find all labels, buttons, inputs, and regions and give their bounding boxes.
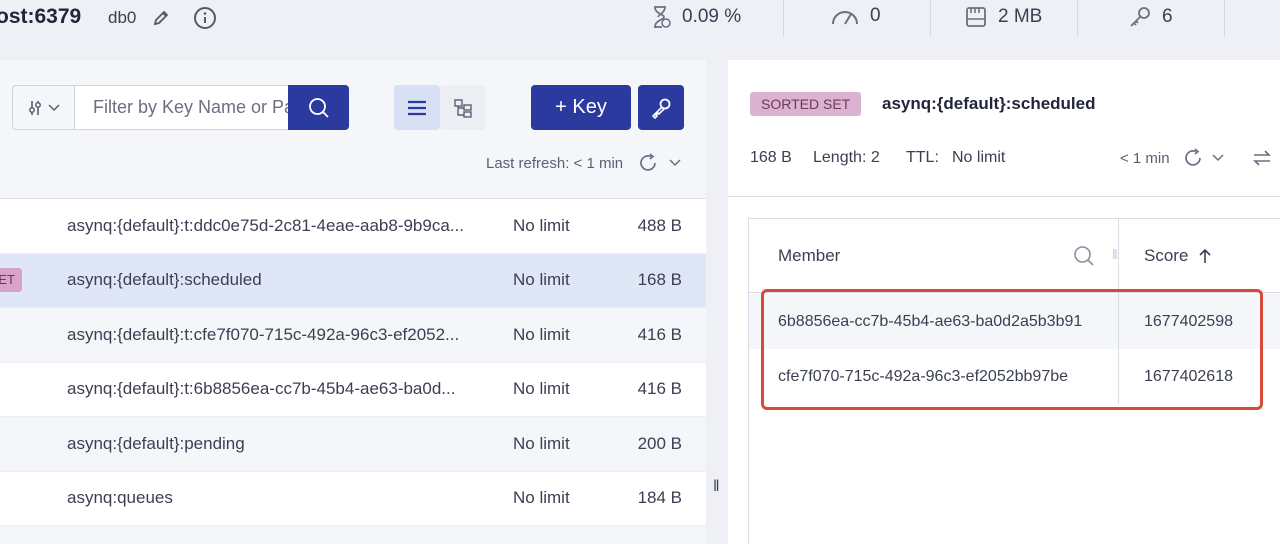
tree-icon <box>454 98 472 118</box>
key-type-badge: ET <box>0 267 22 292</box>
sort-ascending-icon <box>1199 248 1211 263</box>
hourglass-icon <box>654 6 671 28</box>
highlight-annotation <box>761 289 1263 410</box>
divider <box>930 0 931 36</box>
clients-stat: 0 <box>830 5 881 27</box>
score-column-header[interactable]: Score <box>1144 219 1212 293</box>
panel-resizer[interactable] <box>706 60 728 544</box>
top-bar: ost:6379 db0 0.09 % 0 2 MB 6 <box>0 0 1280 60</box>
divider <box>1224 0 1225 36</box>
key-ttl: No limit <box>513 433 570 453</box>
key-ttl: No limit <box>513 379 570 399</box>
key-row[interactable]: asynq:{default}:pending No limit 200 B <box>0 417 706 472</box>
details-refresh: < 1 min <box>1120 147 1224 169</box>
key-name: asynq:{default}:pending <box>67 433 245 453</box>
key-name-title[interactable]: asynq:{default}:scheduled <box>882 94 1096 114</box>
key-row[interactable]: asynq:{default}:t:cfe7f070-715c-492a-96c… <box>0 308 706 363</box>
key-ttl: No limit <box>513 215 570 235</box>
key-ttl: No limit <box>513 488 570 508</box>
key-type-badge: SORTED SET <box>750 92 862 116</box>
tree-view-button[interactable] <box>440 85 486 130</box>
details-refresh-label: < 1 min <box>1120 149 1170 167</box>
search-icon <box>308 97 329 118</box>
refresh-icon[interactable] <box>637 152 659 174</box>
key-ttl: No limit <box>513 270 570 290</box>
database-label: db0 <box>108 8 137 27</box>
chevron-down-icon <box>47 103 60 111</box>
key-ttl: No limit <box>513 324 570 344</box>
key-size: 184 B <box>637 488 682 508</box>
filter-icon <box>28 100 41 115</box>
key-size: 488 B <box>637 215 682 235</box>
key-row[interactable]: asynq:{default}:t:ddc0e75d-2c81-4eae-aab… <box>0 199 706 254</box>
last-refresh: Last refresh: < 1 min <box>486 152 681 174</box>
key-row-selected[interactable]: ET asynq:{default}:scheduled No limit 16… <box>0 253 706 308</box>
list-view-button[interactable] <box>394 85 440 130</box>
key-size: 200 B <box>637 433 682 453</box>
cpu-value: 0.09 % <box>682 6 742 27</box>
clients-value: 0 <box>870 5 881 26</box>
pencil-icon[interactable] <box>150 8 172 28</box>
host-label: ost:6379 <box>0 5 82 28</box>
key-name: asynq:{default}:t:cfe7f070-715c-492a-96c… <box>67 324 460 344</box>
column-resize-handle[interactable]: ‖ <box>1112 246 1118 262</box>
list-icon <box>408 100 426 115</box>
search-button[interactable] <box>288 85 349 130</box>
gauge-icon <box>832 11 858 25</box>
key-row[interactable]: asynq:queues No limit 184 B <box>0 471 706 526</box>
memory-value: 2 MB <box>998 6 1043 27</box>
key-name: asynq:queues <box>67 488 173 508</box>
keys-stat: 6 <box>1128 5 1173 29</box>
key-row[interactable]: asynq:{default}:t:6b8856ea-cc7b-45b4-ae6… <box>0 362 706 417</box>
key-name: asynq:{default}:scheduled <box>67 270 262 290</box>
key-size: 416 B <box>637 324 682 344</box>
keys-value: 6 <box>1162 6 1173 27</box>
member-column-label: Member <box>778 246 841 265</box>
ttl-value[interactable]: No limit <box>952 149 1005 167</box>
chevron-down-icon[interactable] <box>1212 154 1224 162</box>
key-type-filter[interactable] <box>12 85 74 130</box>
key-length-meta: Length: 2 <box>813 149 880 166</box>
memory-stat: 2 MB <box>964 5 1042 29</box>
key-name: asynq:{default}:t:ddc0e75d-2c81-4eae-aab… <box>67 215 464 235</box>
divider <box>1077 0 1078 36</box>
memory-icon <box>966 7 986 27</box>
key-tools-button[interactable] <box>638 85 684 130</box>
search-icon[interactable] <box>1073 245 1095 267</box>
key-size: 168 B <box>637 270 682 290</box>
cpu-stat: 0.09 % <box>650 5 741 29</box>
key-name: asynq:{default}:t:6b8856ea-cc7b-45b4-ae6… <box>67 379 456 399</box>
add-key-button[interactable]: + Key <box>531 85 631 130</box>
last-refresh-label: Last refresh: < 1 min <box>486 154 624 172</box>
wrench-key-icon <box>651 98 671 119</box>
chevron-down-icon[interactable] <box>669 159 681 167</box>
key-filter-input[interactable] <box>74 85 289 130</box>
key-icon <box>1130 7 1150 27</box>
member-column-header[interactable]: Member <box>778 219 840 293</box>
expand-arrows-icon[interactable] <box>1252 148 1272 168</box>
divider <box>783 0 784 36</box>
key-list: asynq:{default}:t:ddc0e75d-2c81-4eae-aab… <box>0 199 706 526</box>
info-icon[interactable] <box>192 5 218 31</box>
key-size-meta: 168 B <box>750 149 792 166</box>
key-details-header <box>728 60 1280 197</box>
score-column-label: Score <box>1144 246 1189 265</box>
drag-handle-icon[interactable]: ‖ <box>713 478 720 496</box>
key-size: 416 B <box>637 379 682 399</box>
ttl-label: TTL: <box>906 149 939 166</box>
refresh-icon[interactable] <box>1182 147 1204 169</box>
